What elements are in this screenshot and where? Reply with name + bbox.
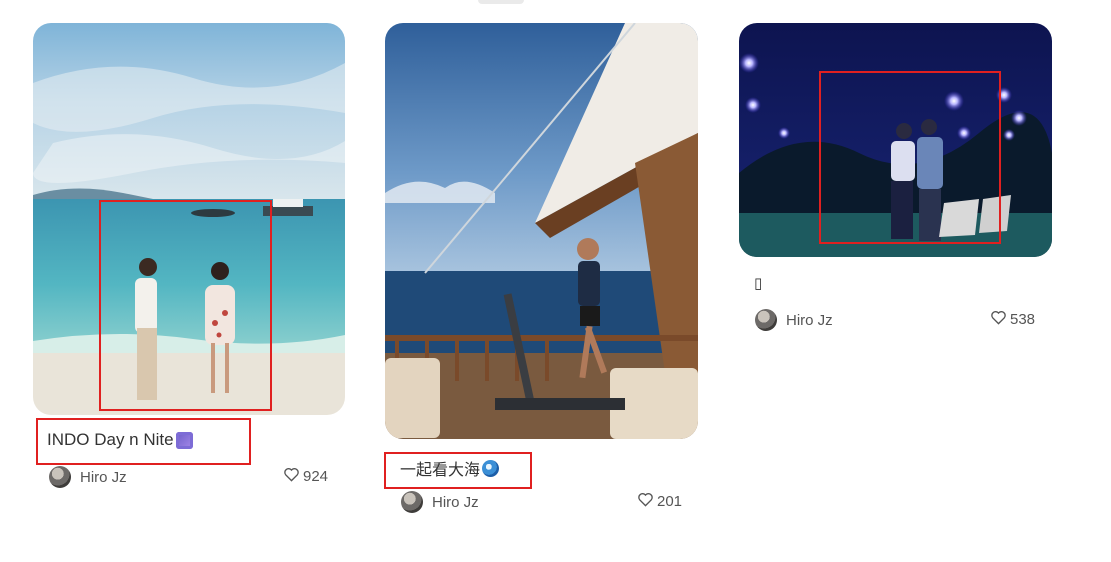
like-count: 201	[657, 493, 683, 510]
post-image-yacht-treadmill[interactable]	[385, 23, 698, 439]
author-row-3[interactable]: Hiro Jz	[755, 309, 833, 331]
avatar[interactable]	[755, 309, 777, 331]
author-row-1[interactable]: Hiro Jz	[49, 466, 127, 488]
author-name: Hiro Jz	[786, 311, 833, 329]
post-title-1[interactable]: INDO Day n Nite	[47, 430, 193, 450]
purple-square-emoji-icon	[175, 431, 193, 449]
post-title-text: ▯	[754, 275, 763, 292]
author-row-2[interactable]: Hiro Jz	[401, 491, 479, 513]
post-title-2[interactable]: 一起看大海	[400, 456, 500, 480]
like-count: 538	[1010, 311, 1036, 328]
post-title-text: 一起看大海	[400, 462, 481, 479]
like-button-2[interactable]: 201	[637, 492, 682, 511]
like-count: 924	[303, 468, 329, 485]
post-image-night-lights[interactable]	[739, 23, 1052, 257]
author-name: Hiro Jz	[432, 493, 479, 511]
like-button-3[interactable]: 538	[990, 310, 1035, 329]
like-button-1[interactable]: 924	[283, 467, 328, 486]
post-title-3[interactable]: ▯	[754, 274, 762, 292]
top-scroll-nub	[478, 0, 524, 4]
post-image-beach-couple[interactable]	[33, 23, 345, 415]
heart-icon[interactable]	[990, 310, 1007, 329]
avatar[interactable]	[401, 491, 423, 513]
avatar[interactable]	[49, 466, 71, 488]
heart-icon[interactable]	[283, 467, 300, 486]
author-name: Hiro Jz	[80, 468, 127, 486]
heart-icon[interactable]	[637, 492, 654, 511]
blue-swirl-emoji-icon	[482, 459, 500, 477]
post-title-text: INDO Day n Nite	[47, 430, 174, 449]
